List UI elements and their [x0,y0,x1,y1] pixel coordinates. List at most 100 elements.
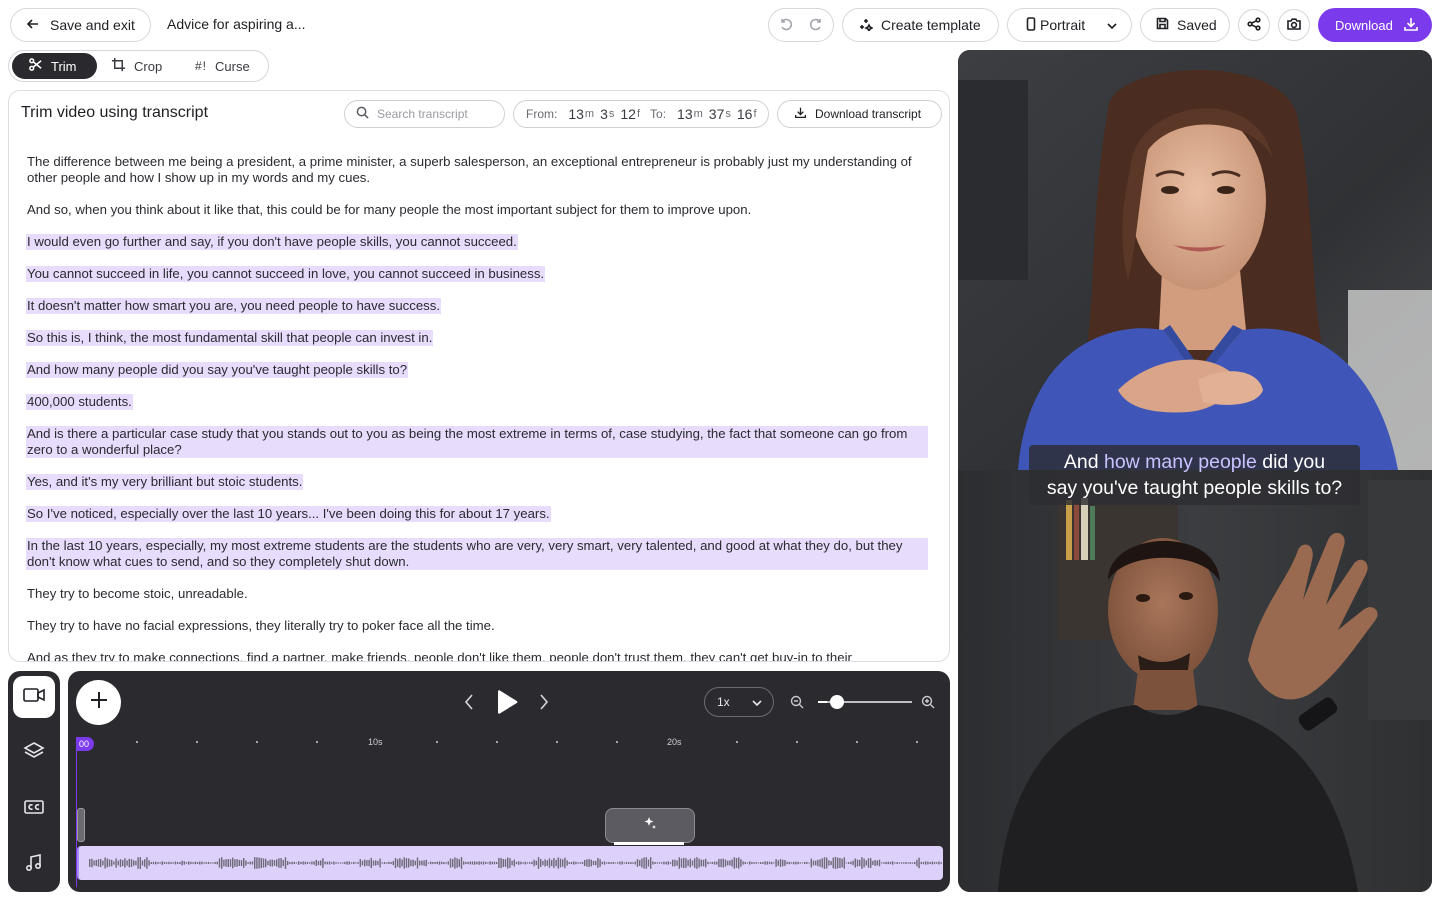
transcript-paragraph-selected[interactable]: It doesn't matter how smart you are, you… [26,298,442,314]
transcript-paragraph[interactable]: And as they try to make connections, fin… [26,650,931,661]
waveform-bar [491,861,493,865]
saved-label: Saved [1177,17,1217,33]
audio-waveform-track[interactable] [77,846,943,880]
share-button[interactable] [1238,9,1270,41]
transcript-paragraph[interactable]: The difference between me being a presid… [26,154,931,186]
waveform-bar [130,859,133,867]
waveform-bar [702,859,705,867]
waveform-bar [458,859,460,867]
waveform-bar [764,861,766,865]
transcript-paragraph-selected[interactable]: I would even go further and say, if you … [26,234,518,250]
create-template-button[interactable]: Create template [842,8,999,42]
waveform-bar [573,861,575,865]
transcript-paragraph-selected[interactable]: 400,000 students. [26,394,133,410]
search-transcript-input[interactable]: Search transcript [344,100,505,128]
from-minutes[interactable]: 13 [568,106,584,122]
transcript-paragraph-selected[interactable]: In the last 10 years, especially, my mos… [26,538,928,570]
rail-music-button[interactable] [13,844,55,886]
transcript-paragraph-selected[interactable]: So I've noticed, especially over the las… [26,506,551,522]
transcript-paragraph-selected[interactable]: And how many people did you say you've t… [26,362,409,378]
transcript-paragraph-selected[interactable]: Yes, and it's my very brilliant but stoi… [26,474,304,490]
waveform-bar [914,862,916,864]
waveform-bar [636,859,639,867]
ruler-tick [916,741,918,743]
snapshot-button[interactable] [1278,9,1310,41]
undo-icon[interactable] [778,16,794,35]
waveform-bar [357,862,359,864]
to-seconds[interactable]: 37 [709,106,725,122]
waveform-bar [207,861,210,864]
waveform-bar [447,861,449,865]
waveform-bar [430,861,432,865]
playhead-marker[interactable]: 00 [76,737,94,751]
trim-range-field[interactable]: From: 13 m 3s 12 f To: 13 m 37 s 16 f [513,100,769,128]
waveform-bar [124,858,126,868]
waveform-bar [161,861,163,865]
transcript-paragraph-selected[interactable]: You cannot succeed in life, you cannot s… [26,266,546,282]
redo-icon[interactable] [808,16,824,35]
download-transcript-button[interactable]: Download transcript [777,100,942,128]
waveform-bar [727,860,729,866]
zoom-out-button[interactable] [790,695,804,714]
rail-captions-button[interactable] [13,788,55,830]
waveform-bar [625,861,628,865]
transcript-paragraph[interactable]: They try to have no facial expressions, … [26,618,931,634]
trim-start-handle[interactable] [77,808,85,842]
tab-crop[interactable]: Crop [111,53,162,79]
previous-button[interactable] [462,693,476,716]
waveform-bar [276,859,278,867]
from-frames[interactable]: 12 [620,106,636,122]
saved-status-button[interactable]: Saved [1140,8,1230,42]
save-and-exit-button[interactable]: Save and exit [10,8,151,42]
playback-speed-select[interactable]: 1x [704,687,774,717]
caption-highlight: how many people [1103,451,1257,473]
zoom-slider[interactable] [818,695,912,709]
time-ruler[interactable]: 10s 20s [68,735,950,755]
waveform-bar [705,858,707,868]
rail-layers-button[interactable] [13,732,55,774]
waveform-bar [839,858,841,868]
document-title[interactable]: Advice for aspiring a... [167,16,306,32]
waveform-bar [181,860,183,866]
play-button[interactable] [495,689,519,720]
ai-clip-block[interactable] [605,808,695,843]
waveform-bar [304,861,306,865]
waveform-bar [716,861,718,865]
add-media-button[interactable] [76,680,121,725]
waveform-bar [907,862,909,864]
timeline-panel: 1x 10s 20s 00 [68,671,950,892]
waveform-bar [203,862,205,864]
aspect-ratio-select[interactable]: Portrait [1007,8,1132,42]
waveform-bar [856,859,859,867]
waveform-bar [903,862,905,864]
from-seconds[interactable]: 3 [600,106,608,122]
tab-curse[interactable]: #! Curse [195,53,250,79]
waveform-bar [900,862,903,864]
to-frames[interactable]: 16 [737,106,753,122]
waveform-bar [775,859,777,867]
transcript-paragraph[interactable]: They try to become stoic, unreadable. [26,586,931,602]
waveform-bar [641,858,643,868]
waveform-bar [405,858,408,868]
waveform-bar [218,858,221,868]
rail-video-button[interactable] [13,676,55,718]
tab-trim[interactable]: Trim [12,53,97,79]
waveform-bar [339,862,342,864]
waveform-bar [214,862,216,864]
to-minutes[interactable]: 13 [677,106,693,122]
transcript-paragraph-selected[interactable]: And is there a particular case study tha… [26,426,928,458]
waveform-bar [170,862,172,864]
waveform-bar [537,857,540,869]
next-button[interactable] [537,693,551,716]
download-button[interactable]: Download [1318,8,1432,42]
zoom-slider-handle[interactable] [830,695,844,709]
waveform-bar [463,861,465,865]
waveform-bar [806,861,808,864]
waveform-bar [938,861,940,865]
video-preview[interactable]: And how many people did you say you've t… [958,50,1432,892]
transcript-paragraph-selected[interactable]: So this is, I think, the most fundamenta… [26,330,434,346]
transcript-paragraph[interactable]: And so, when you think about it like tha… [26,202,931,218]
waveform-bar [146,857,148,869]
waveform-bar [104,857,106,869]
zoom-in-button[interactable] [921,695,935,714]
